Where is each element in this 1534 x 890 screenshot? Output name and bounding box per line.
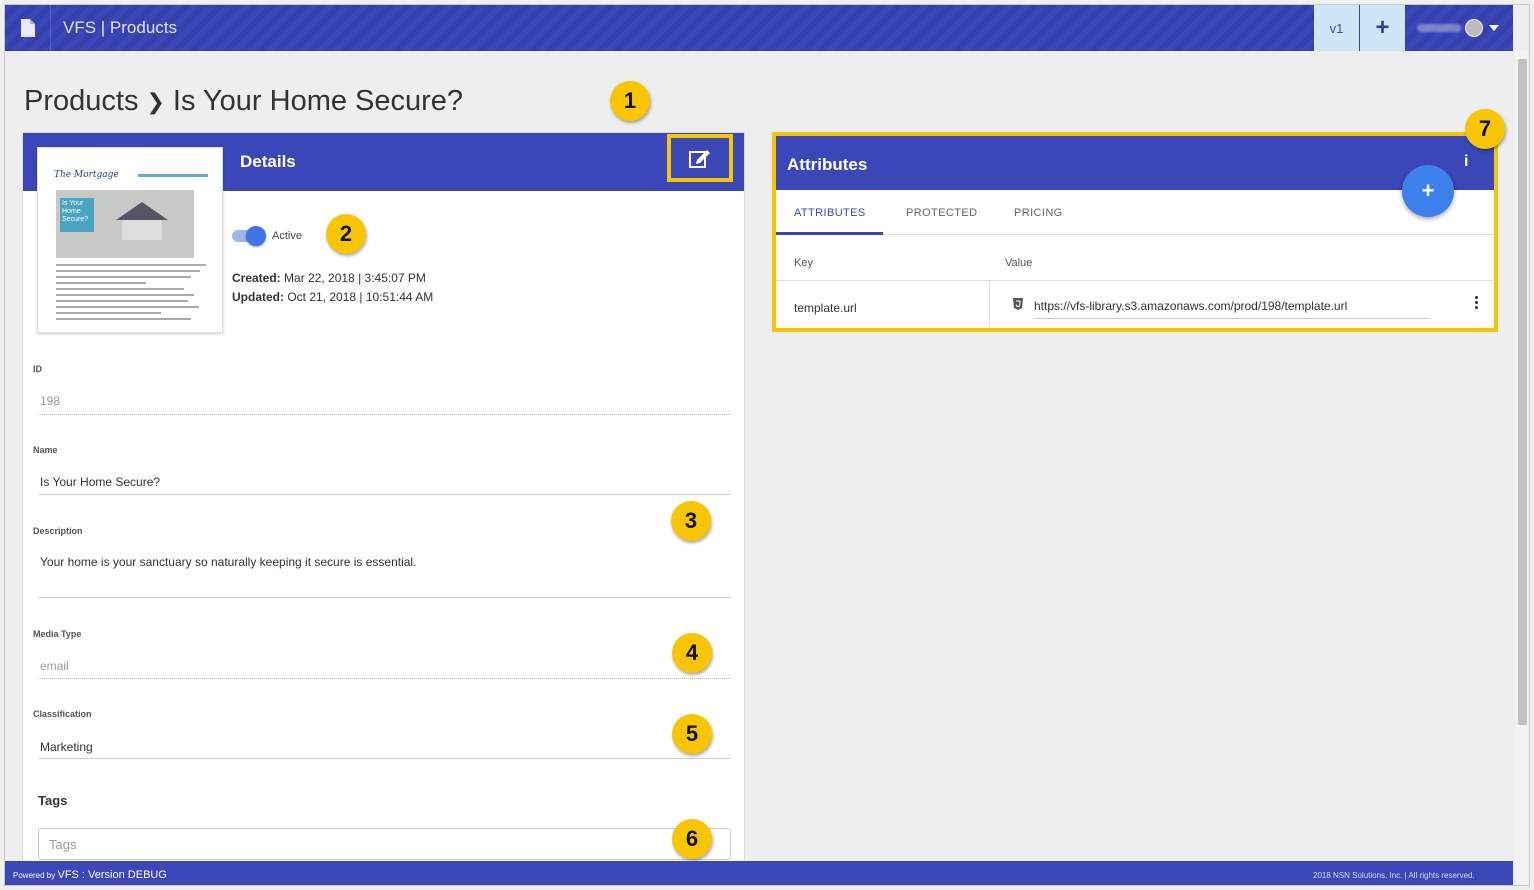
active-toggle[interactable]: Active bbox=[232, 226, 302, 246]
attributes-title: Attributes bbox=[787, 155, 868, 174]
toggle-knob[interactable] bbox=[246, 226, 266, 246]
callout-marker-7: 7 bbox=[1465, 109, 1505, 149]
app-window: VFS | Products v1 + Products ❯ Is Your H… bbox=[4, 4, 1530, 886]
classification-underline bbox=[38, 758, 731, 759]
caret-down-icon bbox=[1489, 25, 1499, 31]
tags-heading: Tags bbox=[38, 793, 68, 808]
name-field[interactable]: Is Your Home Secure? bbox=[40, 475, 160, 489]
name-underline bbox=[38, 494, 731, 495]
description-label: Description bbox=[33, 526, 83, 536]
media-type-field: email bbox=[40, 659, 69, 673]
callout-marker-5: 5 bbox=[672, 714, 712, 754]
active-tab-indicator bbox=[776, 232, 883, 235]
footer: Powered by VFS : Version DEBUG 2018 NSN … bbox=[5, 861, 1513, 885]
version-button[interactable]: v1 bbox=[1314, 5, 1359, 51]
created-value: Mar 22, 2018 | 3:45:07 PM bbox=[284, 271, 426, 285]
chevron-right-icon: ❯ bbox=[146, 88, 165, 114]
breadcrumb-current: Is Your Home Secure? bbox=[172, 85, 464, 117]
column-header-key: Key bbox=[794, 257, 813, 269]
add-button[interactable]: + bbox=[1360, 5, 1405, 51]
callout-marker-4: 4 bbox=[672, 633, 712, 673]
timestamps: Created: Mar 22, 2018 | 3:45:07 PM Updat… bbox=[232, 269, 433, 307]
callout-marker-6: 6 bbox=[672, 819, 712, 859]
callout-marker-1: 1 bbox=[610, 81, 650, 121]
callout-marker-2: 2 bbox=[326, 214, 366, 254]
attributes-header: Attributes i bbox=[776, 136, 1494, 190]
more-vertical-icon[interactable] bbox=[1475, 296, 1481, 311]
thumbnail-text-lines bbox=[56, 264, 206, 324]
toggle-track[interactable] bbox=[232, 226, 266, 246]
thumbnail-headline: Is Your Home Secure? bbox=[60, 198, 94, 232]
app-title[interactable]: VFS | Products bbox=[63, 18, 177, 38]
updated-label: Updated: bbox=[232, 290, 284, 304]
avatar-icon bbox=[1465, 19, 1483, 37]
house-body bbox=[122, 220, 162, 240]
tab-pricing[interactable]: PRICING bbox=[1014, 207, 1063, 219]
username-blurred bbox=[1417, 24, 1461, 32]
edit-button[interactable] bbox=[667, 134, 733, 182]
breadcrumb-root[interactable]: Products bbox=[24, 85, 138, 118]
attributes-tabs: ATTRIBUTES PROTECTED PRICING bbox=[776, 190, 1494, 235]
callout-marker-3: 3 bbox=[671, 501, 711, 541]
info-icon[interactable]: i bbox=[1464, 153, 1468, 171]
document-icon[interactable] bbox=[5, 5, 51, 51]
description-underline bbox=[38, 597, 731, 598]
scrollbar-thumb[interactable] bbox=[1518, 59, 1527, 725]
media-type-underline bbox=[38, 678, 731, 679]
created-label: Created: bbox=[232, 271, 281, 285]
details-panel: Details The Mortgage Is Your Home Secure… bbox=[22, 132, 745, 872]
version-text: VFS : Version DEBUG bbox=[57, 869, 167, 881]
user-menu[interactable] bbox=[1417, 17, 1499, 39]
top-navbar: VFS | Products v1 + bbox=[5, 5, 1513, 51]
active-label: Active bbox=[272, 230, 302, 242]
table-divider bbox=[776, 280, 1494, 281]
description-field[interactable]: Your home is your sanctuary so naturally… bbox=[40, 555, 416, 569]
attribute-key: template.url bbox=[794, 301, 857, 315]
column-divider bbox=[989, 281, 990, 327]
copyright: 2018 NSN Solutions, Inc. | All rights re… bbox=[1313, 871, 1475, 880]
tags-input[interactable]: Tags bbox=[38, 828, 731, 860]
house-icon bbox=[116, 202, 168, 220]
classification-label: Classification bbox=[33, 709, 92, 719]
updated-value: Oct 21, 2018 | 10:51:44 AM bbox=[287, 290, 434, 304]
id-label: ID bbox=[33, 364, 42, 374]
thumbnail-logo: The Mortgage bbox=[54, 170, 119, 180]
page-scrollbar[interactable] bbox=[1515, 51, 1529, 885]
id-underline bbox=[38, 414, 731, 415]
powered-by-label: Powered by bbox=[13, 871, 56, 880]
details-title: Details bbox=[240, 152, 296, 171]
attributes-panel: Attributes i + ATTRIBUTES PROTECTED PRIC… bbox=[772, 132, 1498, 332]
breadcrumb: Products ❯ Is Your Home Secure? bbox=[24, 85, 463, 118]
footer-powered-by: Powered by VFS : Version DEBUG bbox=[13, 869, 167, 881]
edit-icon bbox=[689, 150, 710, 168]
name-label: Name bbox=[33, 445, 58, 455]
thumbnail-link-line bbox=[138, 174, 208, 177]
classification-field[interactable]: Marketing bbox=[40, 740, 93, 754]
id-field: 198 bbox=[40, 394, 61, 408]
attribute-value-field[interactable]: https://vfs-library.s3.amazonaws.com/pro… bbox=[1034, 299, 1430, 319]
tab-protected[interactable]: PROTECTED bbox=[906, 207, 977, 219]
media-type-label: Media Type bbox=[33, 629, 82, 639]
column-header-value: Value bbox=[1005, 257, 1033, 269]
product-thumbnail: The Mortgage Is Your Home Secure? bbox=[37, 147, 223, 333]
html5-icon bbox=[1013, 297, 1023, 315]
tab-attributes[interactable]: ATTRIBUTES bbox=[794, 207, 866, 219]
